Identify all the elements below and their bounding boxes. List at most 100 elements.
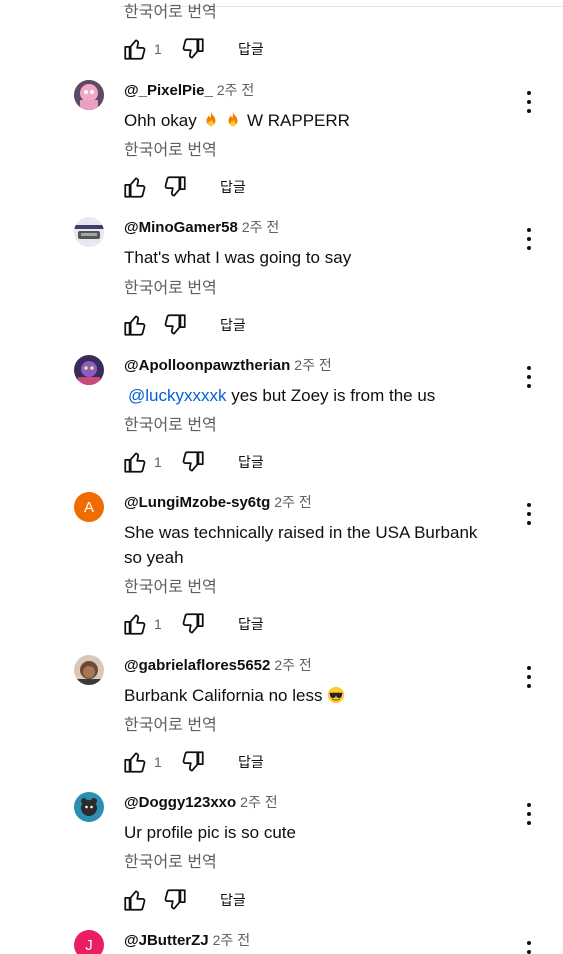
translate-link[interactable]: 한국어로 번역: [124, 279, 217, 299]
avatar[interactable]: [74, 655, 104, 685]
more-options-button[interactable]: [518, 801, 540, 827]
thumbs-up-icon: [124, 890, 146, 911]
comment-actions: 1 답글: [122, 449, 422, 477]
more-options-button[interactable]: [518, 664, 540, 690]
dislike-button[interactable]: [180, 611, 206, 637]
comment-author[interactable]: @LungiMzobe-sy6tg: [124, 494, 270, 511]
comment-author[interactable]: @gabrielaflores5652: [124, 657, 270, 674]
reply-button[interactable]: 답글: [238, 615, 264, 633]
comment-author[interactable]: @MinoGamer58: [124, 219, 238, 236]
translate-link[interactable]: 한국어로 번역: [124, 716, 217, 736]
translate-link[interactable]: 한국어로 번역: [124, 141, 217, 161]
thumbs-down-icon: [164, 176, 186, 197]
thumbs-up-icon: [124, 315, 146, 336]
comment-text-part: W RAPPERR: [246, 111, 350, 130]
comment-author[interactable]: @Doggy123xxo: [124, 794, 236, 811]
like-button[interactable]: [122, 36, 148, 62]
dislike-button[interactable]: [162, 312, 188, 338]
thumbs-up-icon: [124, 39, 146, 60]
reply-button[interactable]: 답글: [238, 453, 264, 471]
like-count: 1: [154, 616, 162, 632]
like-button[interactable]: [122, 449, 148, 475]
like-button[interactable]: [122, 611, 148, 637]
comment-text-part: Burbank California no less: [124, 686, 323, 705]
comment-time[interactable]: 2주 전: [294, 357, 331, 373]
reply-button[interactable]: 답글: [238, 40, 264, 58]
avatar-image: [74, 792, 104, 822]
thumbs-up-icon: [124, 452, 146, 473]
comment-text: @luckyxxxxk yes but Zoey is from the us: [128, 383, 508, 408]
thumbs-up-icon: [124, 177, 146, 198]
reply-button[interactable]: 답글: [220, 891, 246, 909]
thumbs-down-icon: [182, 451, 204, 472]
comment-text-part: yes but Zoey is from the us: [226, 386, 436, 405]
avatar[interactable]: A: [74, 492, 104, 522]
like-button[interactable]: [122, 749, 148, 775]
avatar[interactable]: [74, 792, 104, 822]
thumbs-down-icon: [182, 613, 204, 634]
comment-actions: 1 답글: [122, 36, 422, 64]
dislike-button[interactable]: [180, 449, 206, 475]
fire-emoji-icon: [206, 111, 215, 127]
comment-author[interactable]: @_PixelPie_: [124, 82, 213, 99]
dislike-button[interactable]: [162, 174, 188, 200]
comment-time[interactable]: 2주 전: [274, 657, 311, 673]
translate-link[interactable]: 한국어로 번역: [124, 578, 217, 598]
comment-time[interactable]: 2주 전: [242, 219, 279, 235]
translate-link[interactable]: 한국어로 번역: [124, 416, 217, 436]
comment-text: She was technically raised in the USA Bu…: [124, 523, 478, 567]
like-count: 1: [154, 754, 162, 770]
like-count: 1: [154, 454, 162, 470]
comment-actions: 1 답글: [122, 749, 422, 777]
avatar[interactable]: [74, 355, 104, 385]
comment-actions: 1 답글: [122, 611, 422, 639]
more-options-button[interactable]: [518, 226, 540, 252]
avatar[interactable]: [74, 80, 104, 110]
comment-time[interactable]: 2주 전: [274, 494, 311, 510]
comment-author[interactable]: @JButterZJ: [124, 932, 209, 949]
avatar-image: [74, 217, 104, 247]
more-options-button[interactable]: [518, 89, 540, 115]
fire-emoji-icon: [228, 111, 238, 127]
dislike-button[interactable]: [162, 887, 188, 913]
sunglasses-face-emoji-icon: [328, 686, 345, 704]
thumbs-down-icon: [182, 751, 204, 772]
more-options-button[interactable]: [518, 364, 540, 390]
reply-button[interactable]: 답글: [238, 753, 264, 771]
avatar[interactable]: [74, 217, 104, 247]
comment-actions: 답글: [122, 887, 422, 915]
comment-time[interactable]: 2주 전: [240, 794, 277, 810]
dislike-button[interactable]: [180, 749, 206, 775]
mention-link[interactable]: @luckyxxxxk: [128, 386, 227, 405]
like-count: 1: [154, 41, 162, 57]
translate-link[interactable]: 한국어로 번역: [124, 853, 217, 873]
dislike-button[interactable]: [180, 36, 206, 62]
like-button[interactable]: [122, 887, 148, 913]
reply-button[interactable]: 답글: [220, 316, 246, 334]
avatar-image: [74, 355, 104, 385]
comment-time[interactable]: 2주 전: [217, 82, 254, 98]
like-button[interactable]: [122, 174, 148, 200]
comment-text: Burbank California no less: [124, 683, 504, 708]
thumbs-down-icon: [182, 38, 204, 59]
comment-author[interactable]: @Apolloonpawztherian: [124, 357, 290, 374]
comment-actions: 답글: [122, 174, 422, 202]
more-options-button[interactable]: [518, 939, 540, 954]
like-button[interactable]: [122, 312, 148, 338]
more-options-button[interactable]: [518, 501, 540, 527]
comment-text: Ohh okay W RAPPERR: [124, 108, 504, 133]
thumbs-up-icon: [124, 752, 146, 773]
comment-text-part: Ohh okay: [124, 111, 197, 130]
comment-time[interactable]: 2주 전: [213, 932, 250, 948]
avatar[interactable]: J: [74, 930, 104, 954]
comment-text: That's what I was going to say: [124, 248, 352, 267]
thumbs-up-icon: [124, 614, 146, 635]
comment-text: Ur profile pic is so cute: [124, 823, 296, 842]
thumbs-down-icon: [164, 314, 186, 335]
comment-actions: 답글: [122, 312, 422, 340]
thumbs-down-icon: [164, 889, 186, 910]
translate-link[interactable]: 한국어로 번역: [124, 3, 217, 23]
avatar-image: [74, 655, 104, 685]
avatar-image: [74, 80, 104, 110]
reply-button[interactable]: 답글: [220, 178, 246, 196]
